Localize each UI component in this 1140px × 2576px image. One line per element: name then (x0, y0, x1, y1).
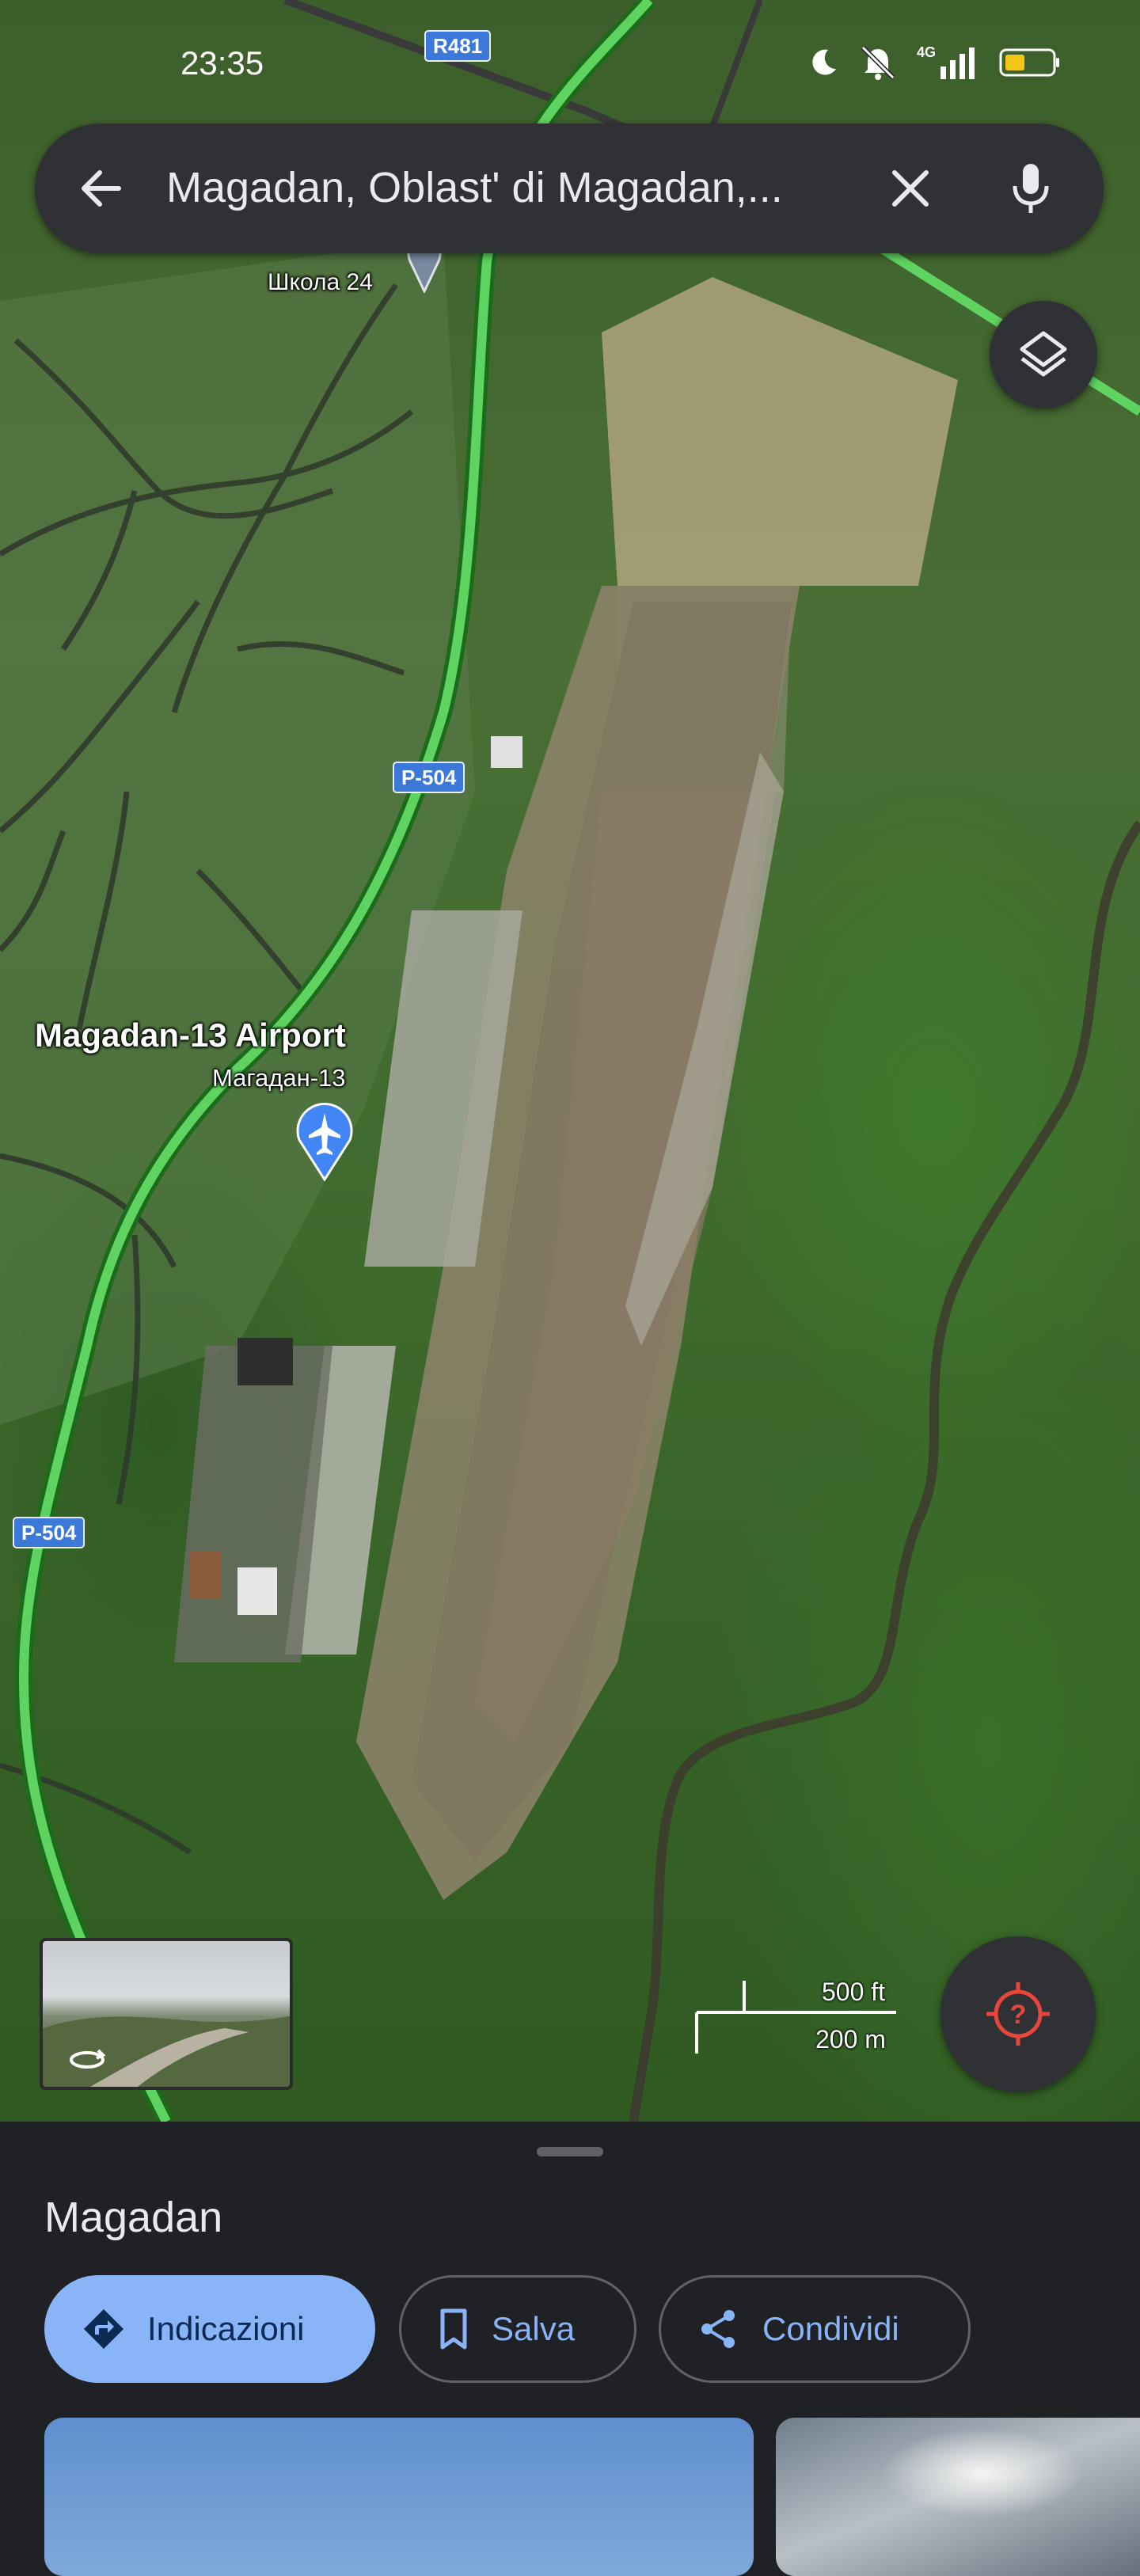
my-location-button[interactable]: ? (940, 1936, 1096, 2092)
place-photo-1[interactable] (44, 2418, 754, 2576)
arrow-back-icon (82, 170, 121, 207)
directions-icon (84, 2309, 124, 2349)
sheet-drag-handle[interactable] (537, 2147, 603, 2156)
battery-icon (999, 48, 1059, 77)
status-time: 23:35 (180, 44, 264, 82)
save-label: Salva (492, 2310, 576, 2347)
airport-pin-icon[interactable] (293, 1102, 356, 1181)
place-title: Magadan (44, 2194, 223, 2241)
location-unknown-icon: ? (986, 1982, 1050, 2046)
share-button[interactable]: Condividi (659, 2275, 971, 2383)
directions-label: Indicazioni (147, 2310, 305, 2347)
place-bottom-sheet[interactable]: Magadan Indicazioni Salva Condividi (0, 2123, 1140, 2576)
rotate-360-icon (70, 2049, 106, 2069)
bookmark-icon (440, 2308, 467, 2350)
scale-bar (695, 1981, 896, 2054)
airport-label[interactable]: Magadan-13 Airport (35, 1016, 346, 1054)
status-icons: 4G (808, 44, 1061, 81)
close-icon (892, 170, 929, 207)
road-shield-p504-bottom: Р-504 (13, 1517, 86, 1548)
microphone-icon (1013, 164, 1049, 213)
road-shield-p504-top: Р-504 (393, 762, 466, 793)
svg-text:?: ? (1010, 2000, 1027, 2030)
search-input[interactable]: Magadan, Oblast' di Magadan,... (166, 163, 783, 212)
map-terrain (0, 0, 1140, 2122)
search-bar[interactable]: Magadan, Oblast' di Magadan,... (35, 123, 1104, 253)
share-label: Condividi (762, 2310, 899, 2347)
status-bar: 23:35 4G (0, 0, 1140, 119)
voice-search-button[interactable] (996, 154, 1066, 223)
layers-icon (1020, 331, 1067, 377)
muted-bell-icon (861, 45, 895, 80)
share-icon (701, 2310, 735, 2348)
street-view-thumbnail[interactable] (40, 1938, 293, 2090)
save-button[interactable]: Salva (399, 2275, 636, 2383)
back-button[interactable] (66, 154, 136, 223)
satellite-map[interactable]: R481 Р-504 Р-504 Школа 24 Magadan-13 Air… (0, 0, 1140, 2122)
school-label[interactable]: Школа 24 (268, 269, 373, 296)
moon-icon (812, 49, 836, 75)
layers-button[interactable] (990, 301, 1097, 408)
place-photo-2[interactable] (776, 2418, 1140, 2576)
directions-button[interactable]: Indicazioni (44, 2275, 375, 2383)
airport-local-label: Магадан-13 (212, 1064, 346, 1092)
clear-button[interactable] (876, 154, 945, 223)
signal-icon: 4G (917, 44, 978, 81)
